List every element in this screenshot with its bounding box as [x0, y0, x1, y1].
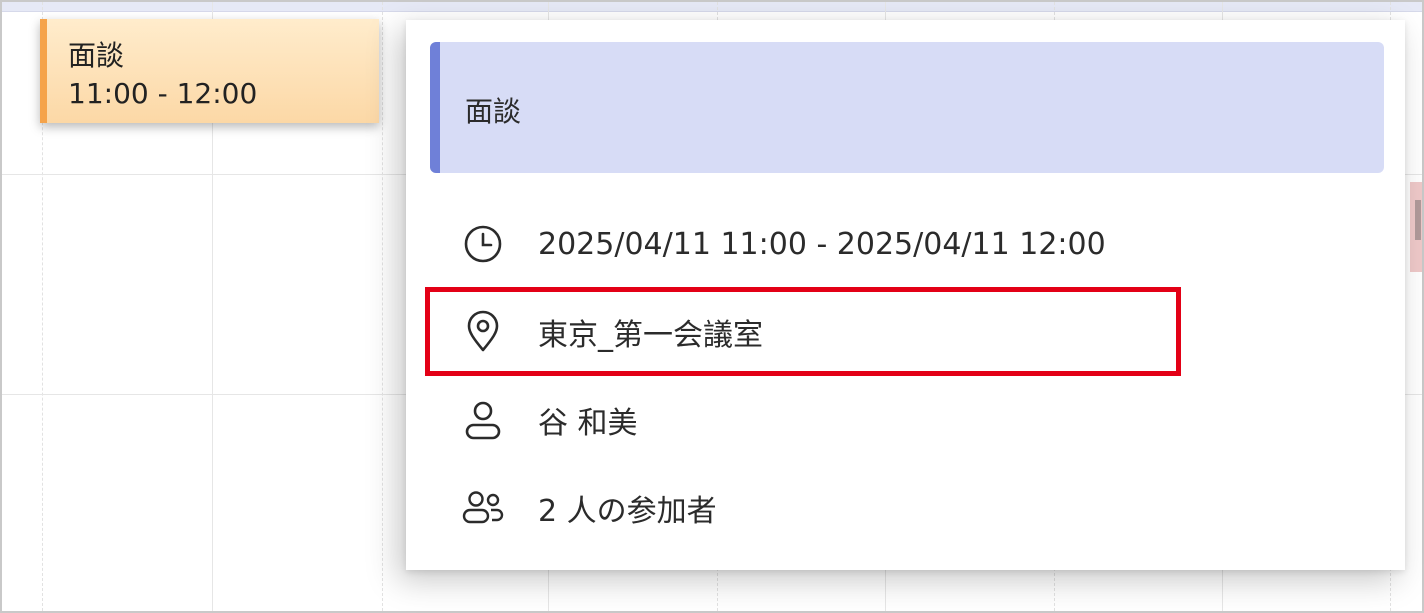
adjacent-event-chip[interactable] — [1410, 182, 1422, 272]
location-highlight-box — [425, 287, 1181, 376]
person-icon — [460, 397, 506, 443]
popup-title: 面談 — [465, 95, 522, 128]
people-icon — [460, 485, 506, 531]
grid-line — [382, 2, 383, 611]
detail-organizer[interactable]: 谷 和美 — [460, 395, 638, 445]
event-title: 面談 — [68, 39, 125, 72]
organizer-text: 谷 和美 — [538, 406, 638, 441]
popup-header: 面談 — [430, 42, 1384, 173]
calendar-event-card[interactable]: 面談 11:00 - 12:00 — [40, 19, 379, 123]
chip-glyph — [1415, 200, 1421, 240]
detail-attendees[interactable]: 2 人の参加者 — [460, 483, 717, 533]
event-time: 11:00 - 12:00 — [68, 77, 258, 110]
clock-icon — [460, 221, 506, 267]
attendees-text: 2 人の参加者 — [538, 494, 717, 529]
detail-datetime: 2025/04/11 11:00 - 2025/04/11 12:00 — [460, 219, 1106, 269]
datetime-text: 2025/04/11 11:00 - 2025/04/11 12:00 — [538, 226, 1106, 262]
